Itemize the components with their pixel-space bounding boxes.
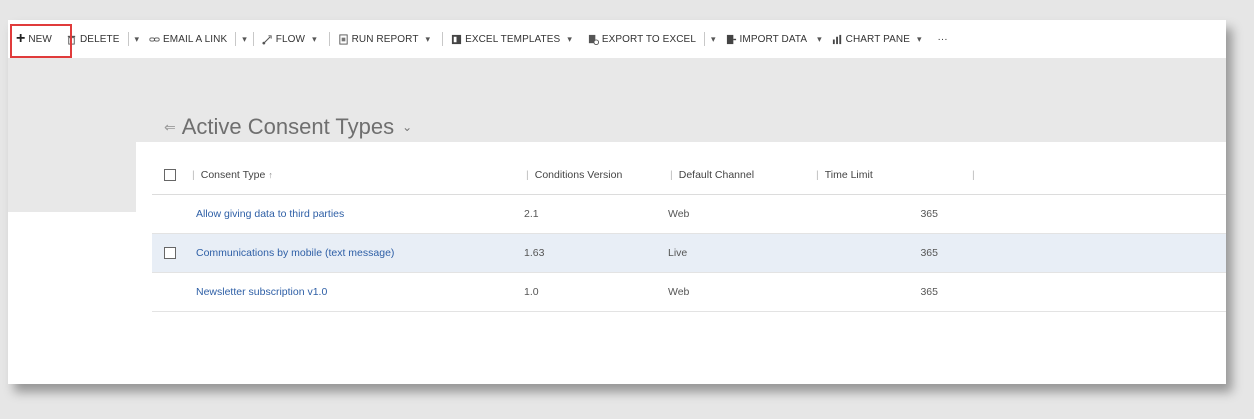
chevron-down-icon: ⌄ <box>402 120 413 134</box>
view-title: Active Consent Types <box>181 114 395 139</box>
report-icon <box>338 33 348 45</box>
table-row[interactable]: Newsletter subscription v1.0 1.0 Web 365 <box>152 273 1226 312</box>
pin-icon: ⇐ <box>164 118 176 135</box>
export-icon <box>588 34 599 45</box>
flow-label: FLOW <box>275 33 306 45</box>
time-limit-cell: 365 <box>920 247 938 259</box>
default-channel-cell: Live <box>668 247 688 259</box>
time-limit-cell: 365 <box>920 286 938 298</box>
column-header-consent-type[interactable]: | Consent Type ↑ <box>188 169 520 181</box>
run-report-dropdown-caret[interactable]: ▾ <box>422 34 435 45</box>
excel-templates-dropdown-caret[interactable]: ▾ <box>563 34 576 45</box>
divider <box>328 32 330 46</box>
divider <box>127 32 129 46</box>
import-data-label: IMPORT DATA <box>739 33 808 45</box>
consent-type-link[interactable]: Communications by mobile (text message) <box>188 247 520 259</box>
run-report-button[interactable]: RUN REPORT ▾ <box>332 27 440 51</box>
email-link-dropdown-caret[interactable]: ▾ <box>238 34 251 45</box>
divider <box>703 32 705 46</box>
flow-icon <box>262 34 272 45</box>
grid-header-row: | Consent Type ↑ | Conditions Version | Defa… <box>152 156 1226 195</box>
chart-pane-dropdown-caret[interactable]: ▾ <box>913 34 926 45</box>
time-limit-cell: 365 <box>920 208 938 220</box>
row-select-cell[interactable] <box>152 247 188 259</box>
column-header-time-limit[interactable]: | Time Limit <box>808 169 964 181</box>
more-commands-button[interactable]: ··· <box>932 27 954 51</box>
grid-panel: | Consent Type ↑ | Conditions Version | Defa… <box>136 142 1226 384</box>
divider <box>252 32 254 46</box>
command-bar: + NEW DELETE ▾ EMAIL A LINK ▾ FLOW ▾ RUN… <box>8 20 1226 58</box>
chart-icon <box>832 34 841 44</box>
excel-templates-button[interactable]: EXCEL TEMPLATES ▾ <box>445 27 582 51</box>
table-row[interactable]: Communications by mobile (text message) … <box>152 234 1226 273</box>
flow-dropdown-caret[interactable]: ▾ <box>308 34 321 45</box>
chart-pane-label: CHART PANE <box>845 33 910 45</box>
app-window: + NEW DELETE ▾ EMAIL A LINK ▾ FLOW ▾ RUN… <box>8 20 1226 384</box>
default-channel-cell: Web <box>668 208 690 220</box>
column-divider: | <box>816 169 819 181</box>
email-link-label: EMAIL A LINK <box>163 33 228 45</box>
excel-templates-label: EXCEL TEMPLATES <box>465 33 561 45</box>
new-button[interactable]: + NEW <box>10 24 72 58</box>
chart-pane-button[interactable]: CHART PANE ▾ <box>826 27 932 51</box>
column-header-conditions-version[interactable]: | Conditions Version <box>520 169 664 181</box>
delete-button[interactable]: DELETE <box>60 27 126 51</box>
table-row[interactable]: Allow giving data to third parties 2.1 W… <box>152 195 1226 234</box>
records-grid: | Consent Type ↑ | Conditions Version | Defa… <box>152 156 1226 312</box>
column-divider: | <box>526 169 529 181</box>
import-data-button[interactable]: IMPORT DATA <box>720 27 814 51</box>
excel-icon <box>451 34 462 44</box>
consent-type-link[interactable]: Newsletter subscription v1.0 <box>188 286 520 298</box>
flow-button[interactable]: FLOW ▾ <box>256 27 327 51</box>
conditions-version-cell: 1.0 <box>524 286 539 298</box>
email-link-button[interactable]: EMAIL A LINK <box>143 27 233 51</box>
run-report-label: RUN REPORT <box>351 33 419 45</box>
conditions-version-cell: 2.1 <box>524 208 539 220</box>
export-dropdown-caret[interactable]: ▾ <box>707 34 720 45</box>
column-divider: | <box>670 169 673 181</box>
plus-icon: + <box>16 30 26 47</box>
link-icon <box>149 37 160 41</box>
default-channel-cell: Web <box>668 286 690 298</box>
divider <box>442 32 444 46</box>
new-label: NEW <box>28 33 52 45</box>
conditions-version-cell: 1.63 <box>524 247 545 259</box>
column-divider: | <box>192 169 195 181</box>
column-divider: | <box>972 169 975 181</box>
row-checkbox[interactable] <box>164 247 176 259</box>
import-icon <box>726 34 736 44</box>
delete-label: DELETE <box>79 33 120 45</box>
export-to-excel-label: EXPORT TO EXCEL <box>601 33 696 45</box>
divider <box>235 32 237 46</box>
column-header-empty: | <box>964 169 1120 181</box>
delete-dropdown-caret[interactable]: ▾ <box>131 34 144 45</box>
column-header-default-channel[interactable]: | Default Channel <box>664 169 808 181</box>
view-selector[interactable]: ⇐ Active Consent Types ⌄ <box>164 114 412 140</box>
sort-ascending-icon: ↑ <box>268 170 273 180</box>
trash-icon <box>67 35 76 45</box>
export-to-excel-button[interactable]: EXPORT TO EXCEL <box>582 27 702 51</box>
consent-type-link[interactable]: Allow giving data to third parties <box>188 208 520 220</box>
select-all-checkbox[interactable] <box>164 169 176 181</box>
import-data-dropdown-caret[interactable]: ▾ <box>813 34 826 45</box>
select-all-cell <box>152 169 188 181</box>
